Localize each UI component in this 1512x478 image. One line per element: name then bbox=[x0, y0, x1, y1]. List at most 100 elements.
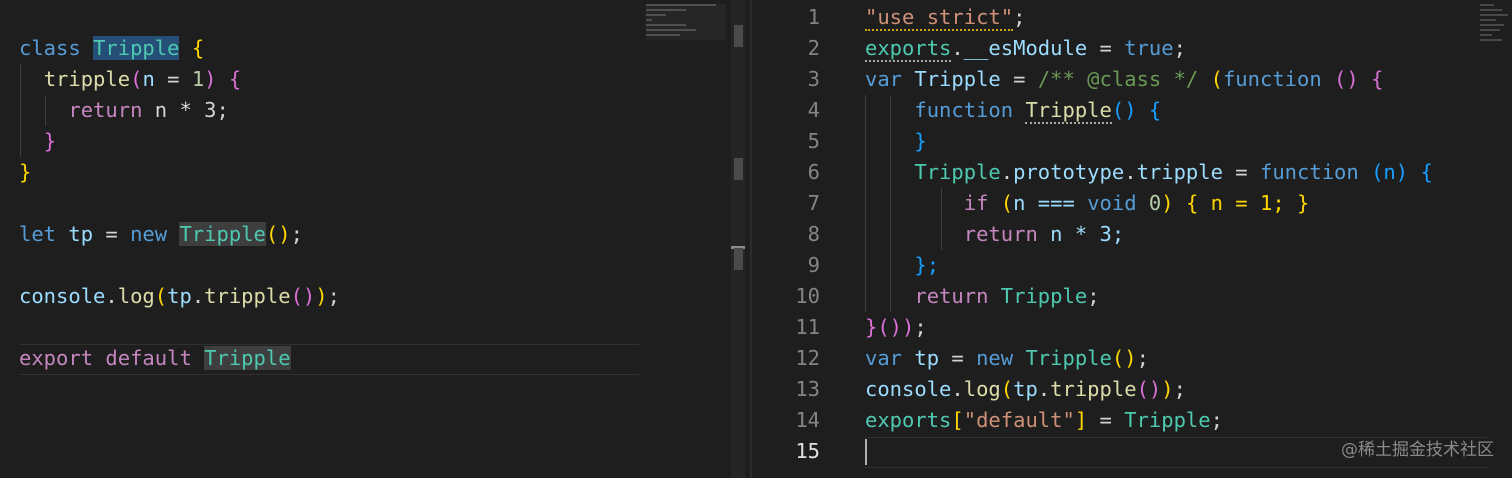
variable-token: tp bbox=[167, 284, 192, 308]
punctuation-token: . bbox=[951, 36, 964, 60]
method-name-token: tripple bbox=[43, 67, 131, 91]
scrollbar-thumb[interactable] bbox=[734, 25, 743, 47]
code-line-3: return n * 3; bbox=[19, 95, 229, 126]
line-number: 13 bbox=[795, 377, 820, 401]
bracket-token: ) bbox=[1161, 377, 1174, 401]
code-line-2: exports.__esModule = true; bbox=[865, 33, 1186, 64]
operator-token: = bbox=[154, 67, 192, 91]
punctuation-token: ; bbox=[327, 284, 340, 308]
left-scrollbar[interactable] bbox=[731, 0, 745, 478]
bracket-token: ] bbox=[1074, 408, 1088, 432]
bracket-token: { bbox=[1148, 98, 1162, 122]
minimap-line bbox=[1480, 19, 1496, 21]
code-line-13: console.log(tp.tripple()); bbox=[865, 374, 1186, 405]
code-line-4: function Tripple() { bbox=[865, 95, 1161, 126]
line-number: 14 bbox=[795, 408, 820, 432]
line-number: 7 bbox=[807, 191, 820, 215]
minimap-line bbox=[1480, 39, 1502, 41]
property-token: prototype bbox=[1013, 160, 1125, 184]
keyword-token: void bbox=[1087, 191, 1137, 215]
bracket-token: { bbox=[228, 67, 242, 91]
bracket-token: { bbox=[1420, 160, 1433, 184]
minimap-line bbox=[1480, 14, 1508, 16]
expression-token: n * 3; bbox=[142, 98, 229, 122]
bracket-token: ) bbox=[1161, 191, 1174, 215]
bracket-token: ) bbox=[204, 67, 217, 91]
line-number: 10 bbox=[795, 284, 820, 308]
keyword-token: function bbox=[1260, 160, 1359, 184]
minimap[interactable] bbox=[1480, 4, 1510, 44]
punctuation-token: . bbox=[1124, 160, 1137, 184]
keyword-token: class bbox=[19, 36, 81, 60]
property-token: tripple bbox=[1136, 160, 1223, 184]
code-line-9: }; bbox=[865, 250, 939, 281]
method-name-token: tripple bbox=[1050, 377, 1137, 401]
code-line-5: } bbox=[865, 126, 927, 157]
code-line-6: Tripple.prototype.tripple = function (n)… bbox=[865, 157, 1433, 188]
variable-token: tp bbox=[1013, 377, 1038, 401]
expression-token: n * 3; bbox=[1037, 222, 1125, 246]
code-line-4: } bbox=[19, 126, 56, 157]
punctuation-token: ; bbox=[1136, 346, 1149, 370]
text-cursor bbox=[865, 439, 867, 465]
comment-token: /** @class */ bbox=[1037, 67, 1199, 91]
code-line-2: tripple(n = 1) { bbox=[19, 64, 242, 95]
method-name-token: log bbox=[963, 377, 1001, 401]
line-number-gutter: 1 2 3 4 5 6 7 8 9 10 11 12 13 14 15 bbox=[752, 0, 832, 478]
bracket-token: }()) bbox=[865, 315, 915, 339]
keyword-token: function bbox=[1222, 67, 1322, 91]
block-token: { n = 1; } bbox=[1185, 191, 1310, 215]
class-name-token: Tripple bbox=[914, 160, 1001, 184]
punctuation-token: . bbox=[951, 377, 964, 401]
punctuation-token: ; bbox=[290, 222, 303, 246]
line-number: 6 bbox=[807, 160, 820, 184]
bracket-token: ) bbox=[315, 284, 328, 308]
bracket-token: ( bbox=[1000, 377, 1014, 401]
bracket-token: { bbox=[191, 36, 205, 60]
operator-token: = bbox=[1087, 408, 1125, 432]
punctuation-token: ; bbox=[1013, 5, 1026, 29]
keyword-token: new bbox=[130, 222, 168, 246]
keyword-token: new bbox=[976, 346, 1014, 370]
variable-token: tp bbox=[902, 346, 940, 370]
bracket-token: } bbox=[43, 129, 57, 153]
variable-token: exports bbox=[865, 36, 952, 62]
variable-token: console bbox=[865, 377, 952, 401]
class-name-token: Tripple bbox=[204, 346, 291, 370]
class-name-token: Tripple bbox=[1124, 408, 1211, 432]
bracket-token: () bbox=[265, 222, 291, 246]
bracket-token: } bbox=[19, 160, 32, 184]
keyword-token: if bbox=[963, 191, 989, 215]
punctuation-token: ; bbox=[1173, 377, 1186, 401]
number-token: 1 bbox=[191, 67, 205, 91]
left-editor-pane[interactable]: class Tripple { tripple(n = 1) { return … bbox=[0, 0, 727, 478]
bracket-token: }; bbox=[914, 253, 940, 277]
bracket-token: [ bbox=[951, 408, 964, 432]
bracket-token: ( bbox=[1210, 67, 1223, 91]
punctuation-token: ; bbox=[914, 315, 927, 339]
code-line-5: } bbox=[19, 157, 31, 188]
line-number: 5 bbox=[807, 129, 820, 153]
punctuation-token: . bbox=[105, 284, 118, 308]
operator-token: = bbox=[1222, 160, 1260, 184]
variable-token: Tripple bbox=[902, 67, 1001, 91]
code-line-3: var Tripple = /** @class */ (function ()… bbox=[865, 64, 1383, 95]
line-number: 12 bbox=[795, 346, 820, 370]
expression-token: n === bbox=[1013, 191, 1088, 215]
keyword-token: return bbox=[963, 222, 1038, 246]
bracket-token: ( bbox=[130, 67, 143, 91]
keyword-token: export bbox=[19, 346, 94, 370]
class-name-token: Tripple bbox=[988, 284, 1088, 308]
code-line-12: var tp = new Tripple(); bbox=[865, 343, 1149, 374]
function-name-token: Tripple bbox=[1025, 98, 1112, 124]
right-editor-pane[interactable]: 1 2 3 4 5 6 7 8 9 10 11 12 13 14 15 "use… bbox=[752, 0, 1512, 478]
keyword-token: return bbox=[68, 98, 143, 122]
bracket-token: } bbox=[914, 129, 927, 153]
punctuation-token: . bbox=[191, 284, 205, 308]
code-line-14: exports["default"] = Tripple; bbox=[865, 405, 1223, 436]
operator-token: = bbox=[1000, 67, 1038, 91]
scrollbar-thumb[interactable] bbox=[734, 158, 743, 180]
bracket-token: () bbox=[290, 284, 316, 308]
scrollbar-thumb[interactable] bbox=[734, 248, 743, 270]
punctuation-token: . bbox=[1000, 160, 1014, 184]
